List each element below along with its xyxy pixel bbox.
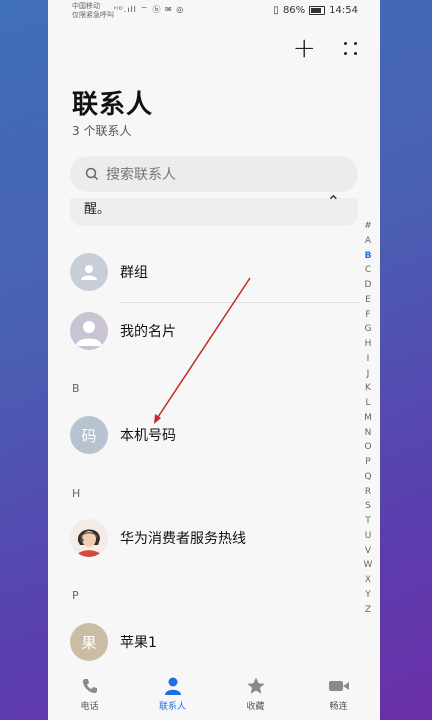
carrier-emergency: 仅限紧急呼叫 — [72, 11, 114, 19]
tab-label: 畅连 — [329, 702, 348, 712]
index-letter[interactable]: V — [365, 544, 371, 559]
section-header: H — [72, 487, 81, 500]
index-letter[interactable]: W — [364, 558, 373, 573]
close-icon[interactable]: ⌃ — [327, 192, 340, 211]
divider — [120, 302, 360, 303]
contact-row[interactable]: 码 本机号码 — [70, 415, 360, 455]
search-icon — [85, 167, 99, 181]
list-item-label: 群组 — [120, 265, 148, 281]
video-icon — [328, 676, 350, 696]
plus-icon[interactable]: + — [293, 34, 316, 62]
index-letter[interactable]: B — [365, 249, 372, 264]
avatar: 果 — [70, 623, 108, 661]
index-letter[interactable]: U — [365, 529, 372, 544]
index-letter[interactable]: N — [365, 426, 372, 441]
index-letter[interactable]: E — [365, 293, 371, 308]
index-letter[interactable]: Y — [365, 588, 371, 603]
star-icon — [246, 676, 266, 696]
group-icon — [70, 253, 108, 291]
tab-label: 电话 — [80, 702, 99, 712]
notice-text: 醒。 — [84, 202, 111, 217]
vibrate-icon: ▯ — [273, 5, 279, 16]
avatar: 码 — [70, 416, 108, 454]
carrier-info: 中国移动 仅限紧急呼叫 — [72, 2, 114, 20]
index-letter[interactable]: J — [367, 367, 370, 382]
list-item-label: 我的名片 — [120, 324, 176, 340]
status-right: ▯ 86% 14:54 — [273, 5, 358, 16]
contact-row[interactable]: 果 苹果1 — [70, 622, 360, 662]
tab-favorites[interactable]: 收藏 — [226, 676, 286, 712]
index-letter[interactable]: Z — [365, 603, 371, 618]
contact-name: 华为消费者服务热线 — [120, 531, 246, 547]
tab-contacts[interactable]: 联系人 — [143, 676, 203, 712]
section-header: B — [72, 382, 80, 395]
index-letter[interactable]: R — [365, 485, 371, 500]
index-letter[interactable]: O — [364, 440, 371, 455]
battery-percent: 86% — [282, 5, 306, 16]
index-letter[interactable]: H — [365, 337, 372, 352]
contact-name: 苹果1 — [120, 635, 157, 651]
phone-screen: 中国移动 仅限紧急呼叫 ᴴᴰ.ıll ⌔ ⓑ ✉ ◎ ▯ 86% 14:54 +… — [48, 0, 380, 720]
index-letter[interactable]: # — [364, 219, 372, 234]
index-letter[interactable]: L — [365, 396, 370, 411]
alphabet-index[interactable]: # A B C D E F G H I J K L M N O P Q R S T U V W X Y Z — [362, 219, 374, 617]
phone-icon — [81, 676, 99, 696]
index-letter[interactable]: Q — [364, 470, 371, 485]
bottom-tab-bar: 电话 联系人 收藏 畅连 — [48, 668, 380, 720]
index-letter[interactable]: X — [365, 573, 371, 588]
battery-icon — [309, 6, 326, 15]
tab-label: 收藏 — [246, 702, 265, 712]
contacts-icon — [163, 676, 183, 696]
tab-meetime[interactable]: 畅连 — [309, 676, 369, 712]
agent-avatar-icon — [70, 519, 108, 557]
contact-name: 本机号码 — [120, 428, 176, 444]
index-letter[interactable]: K — [365, 381, 371, 396]
contact-row[interactable]: 华为消费者服务热线 — [70, 518, 360, 558]
tab-phone[interactable]: 电话 — [60, 676, 120, 712]
more-icon[interactable] — [342, 40, 360, 58]
index-letter[interactable]: M — [364, 411, 372, 426]
notice-banner: 醒。 ⌃ — [70, 192, 358, 226]
search-bar[interactable]: 搜索联系人 — [70, 156, 358, 192]
status-bar: 中国移动 仅限紧急呼叫 ᴴᴰ.ıll ⌔ ⓑ ✉ ◎ ▯ 86% 14:54 — [48, 0, 380, 22]
list-item-groups[interactable]: 群组 › — [70, 252, 380, 292]
chevron-right-icon: › — [378, 262, 380, 278]
index-letter[interactable]: T — [365, 514, 371, 529]
section-header: P — [72, 589, 79, 602]
tab-label: 联系人 — [158, 702, 186, 712]
search-input[interactable]: 搜索联系人 — [106, 164, 176, 184]
signal-icons: ᴴᴰ.ıll ⌔ ⓑ ✉ ◎ — [114, 5, 185, 14]
index-letter[interactable]: P — [365, 455, 370, 470]
list-item-my-card[interactable]: 我的名片 — [70, 311, 360, 351]
index-letter[interactable]: F — [365, 308, 370, 323]
index-letter[interactable]: G — [365, 322, 372, 337]
index-letter[interactable]: I — [367, 352, 370, 367]
profile-avatar-icon — [70, 312, 108, 350]
header-actions: + — [293, 34, 360, 62]
carrier-name: 中国移动 — [72, 2, 100, 10]
clock: 14:54 — [329, 5, 358, 16]
index-letter[interactable]: D — [365, 278, 372, 293]
index-letter[interactable]: S — [365, 499, 371, 514]
index-letter[interactable]: C — [365, 263, 371, 278]
index-letter[interactable]: A — [365, 234, 371, 249]
contact-count: 3 个联系人 — [72, 124, 132, 138]
page-title: 联系人 — [72, 90, 154, 120]
